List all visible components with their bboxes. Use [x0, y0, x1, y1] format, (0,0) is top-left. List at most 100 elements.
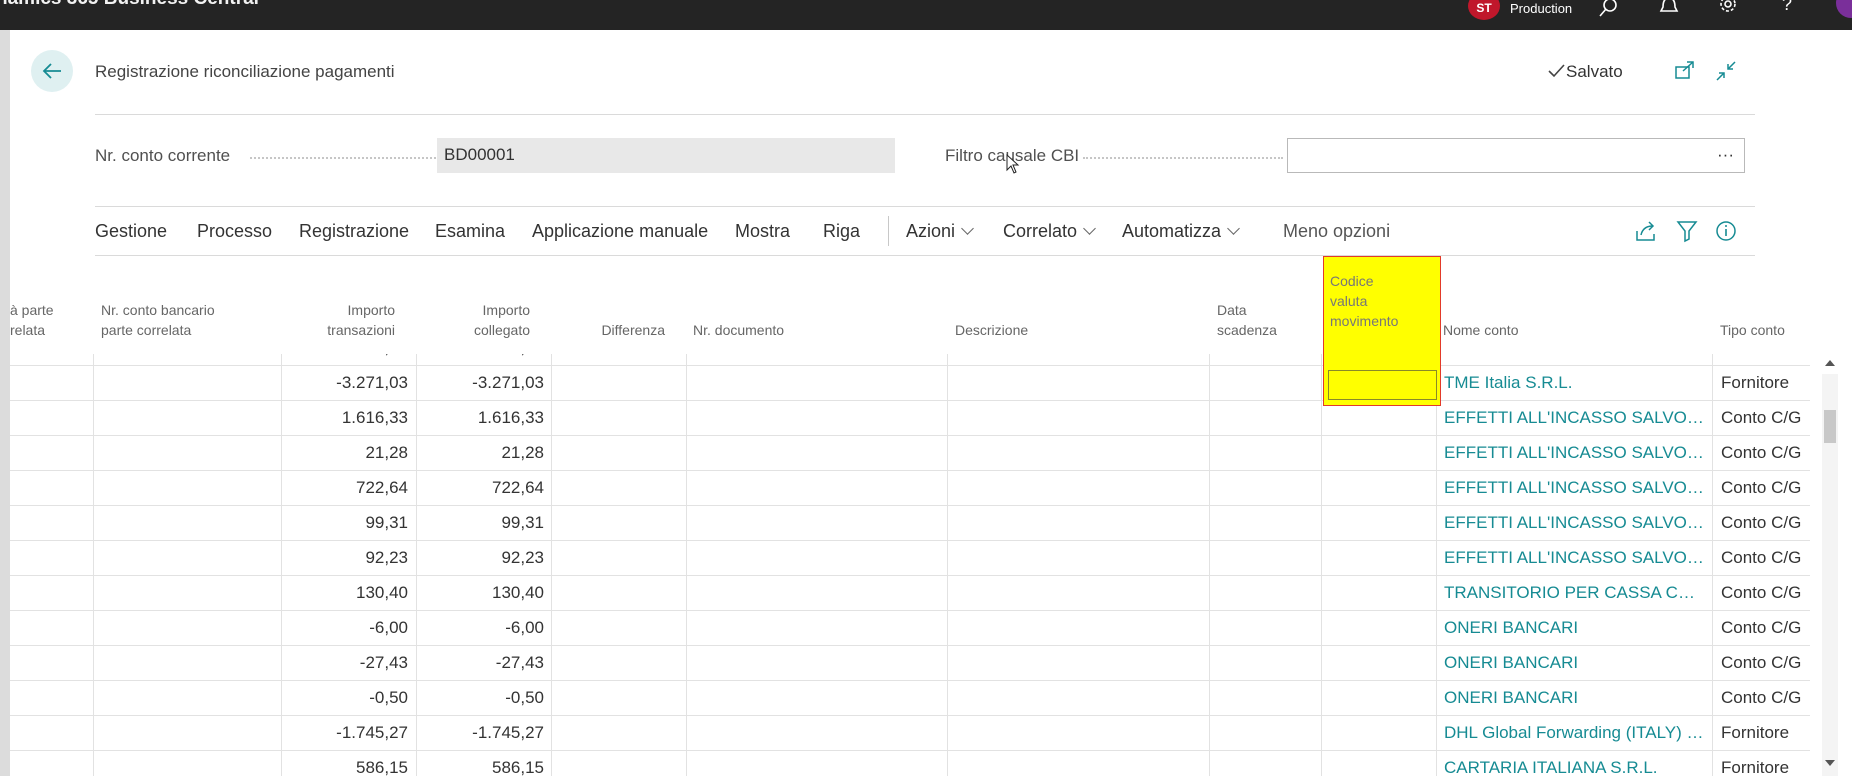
menu-correlato[interactable]: Correlato [1003, 221, 1096, 242]
account-type-cell[interactable]: Conto C/G [1721, 576, 1810, 611]
account-type-cell[interactable]: Conto C/G [1721, 506, 1810, 541]
transaction-amount-cell[interactable]: 130,40 [281, 576, 408, 611]
table-row[interactable]: -0,50-0,50ONERI BANCARIConto C/G [10, 681, 1810, 716]
applied-amount-cell[interactable]: 99,31 [416, 506, 544, 541]
filter-icon[interactable] [1675, 219, 1699, 243]
col-transaction-amount[interactable]: Importo transazioni [280, 300, 395, 340]
account-name-link[interactable]: ONERI BANCARI [1444, 646, 1706, 681]
table-row[interactable]: -3.271,03 -3.271,03 TME Italia S.R.L. Forni… [10, 366, 1810, 401]
account-name-link[interactable]: EFFETTI ALL'INCASSO SALVO BUON FINE [1444, 401, 1706, 436]
menu-esamina[interactable]: Esamina [435, 221, 505, 242]
environment-badge[interactable]: ST [1468, 0, 1500, 20]
menu-azioni[interactable]: Azioni [906, 221, 974, 242]
table-row[interactable]: 92,2392,23 EFFETTI ALL'INCASSO SALVO BUON… [10, 541, 1810, 576]
account-name-link[interactable]: ONERI BANCARI [1444, 354, 1706, 366]
account-type-cell[interactable]: Conto C/G [1721, 646, 1810, 681]
col-account-name[interactable]: Nome conto [1443, 320, 1518, 340]
account-type-cell[interactable]: Conto C/G [1721, 611, 1810, 646]
menu-gestione[interactable]: Gestione [95, 221, 167, 242]
applied-amount-cell[interactable]: 1.616,33 [416, 401, 544, 436]
transaction-amount-cell[interactable]: -27,43 [281, 646, 408, 681]
account-type-cell[interactable]: Conto C/G [1721, 471, 1810, 506]
collapse-icon[interactable] [1715, 60, 1737, 82]
transaction-amount-cell[interactable]: -3.271,03 [281, 366, 408, 401]
col-description[interactable]: Descrizione [955, 320, 1028, 340]
transaction-amount-cell[interactable]: 586,15 [281, 751, 408, 776]
account-name-link[interactable]: DHL Global Forwarding (ITALY) S.P.A. [1444, 716, 1706, 751]
account-name-link[interactable]: ONERI BANCARI [1444, 611, 1706, 646]
transaction-amount-cell[interactable]: 92,23 [281, 541, 408, 576]
transaction-amount-cell[interactable]: 21,28 [281, 436, 408, 471]
account-type-cell[interactable]: Fornitore [1721, 716, 1810, 751]
applied-amount-cell[interactable]: -0,50 [416, 681, 544, 716]
table-row[interactable]: 99,3199,31 EFFETTI ALL'INCASSO SALVO BUON… [10, 506, 1810, 541]
applied-amount-cell[interactable]: -0,50 [416, 354, 544, 366]
account-type-cell[interactable]: Conto C/G [1721, 681, 1810, 716]
table-row[interactable]: -27,43 -27,43 ONERI BANCARI Conto C/G [10, 646, 1810, 681]
col-applied-amount[interactable]: Importo collegato [415, 300, 530, 340]
table-row[interactable]: 722,64722,64 EFFETTI ALL'INCASSO SALVO BU… [10, 471, 1810, 506]
help-icon[interactable]: ? [1782, 0, 1806, 18]
account-name-link[interactable]: TRANSITORIO PER CASSA CORRIERE [1444, 576, 1706, 611]
transaction-amount-cell[interactable]: -0,50 [281, 354, 408, 366]
open-new-window-icon[interactable] [1674, 60, 1696, 82]
table-row[interactable]: -6,00 -6,00 ONERI BANCARI Conto C/G [10, 611, 1810, 646]
table-row[interactable]: -1.745,27 -1.745,27 DHL Global Forwarding … [10, 716, 1810, 751]
transaction-amount-cell[interactable]: 722,64 [281, 471, 408, 506]
menu-automatizza[interactable]: Automatizza [1122, 221, 1240, 242]
table-row[interactable]: 21,2821,28 EFFETTI ALL'INCASSO SALVO BUON… [10, 436, 1810, 471]
account-type-cell[interactable]: Conto C/G [1721, 541, 1810, 576]
menu-riga[interactable]: Riga [823, 221, 860, 242]
applied-amount-cell[interactable]: 130,40 [416, 576, 544, 611]
gear-icon[interactable] [1716, 0, 1740, 22]
menu-processo[interactable]: Processo [197, 221, 272, 242]
account-name-link[interactable]: EFFETTI ALL'INCASSO SALVO BUON FINE [1444, 436, 1706, 471]
col-document-number[interactable]: Nr. documento [693, 320, 784, 340]
col-due-date[interactable]: Data scadenza [1217, 300, 1277, 340]
menu-applicazione-manuale[interactable]: Applicazione manuale [532, 221, 708, 242]
table-row[interactable]: 1.616,33 1.616,33 EFFETTI ALL'INCASSO SALV… [10, 401, 1810, 436]
menu-registrazione[interactable]: Registrazione [299, 221, 409, 242]
currency-code-cell[interactable] [1328, 370, 1437, 400]
table-row[interactable]: 130,40130,40 TRANSITORIO PER CASSA CORRIE… [10, 576, 1810, 611]
col-account-type[interactable]: Tipo conto [1720, 320, 1785, 340]
back-button[interactable] [31, 50, 73, 92]
col-related-bank-account[interactable]: Nr. conto bancario parte correlata [101, 300, 215, 340]
account-name-link[interactable]: TME Italia S.R.L. [1444, 366, 1706, 401]
account-type-cell[interactable]: Conto C/G [1721, 354, 1810, 366]
account-type-cell[interactable]: Conto C/G [1721, 401, 1810, 436]
currency-code-column-highlight[interactable]: Codice valuta movimento [1323, 256, 1441, 406]
table-row[interactable]: -0,50 -0,50 ONERI BANCARI Conto C/G [10, 354, 1810, 366]
account-type-cell[interactable]: Fornitore [1721, 366, 1810, 401]
account-name-link[interactable]: CARTARIA ITALIANA S.R.L. [1444, 751, 1706, 776]
transaction-amount-cell[interactable]: -0,50 [281, 681, 408, 716]
applied-amount-cell[interactable]: 21,28 [416, 436, 544, 471]
info-icon[interactable] [1714, 219, 1738, 243]
account-name-link[interactable]: EFFETTI ALL'INCASSO SALVO BUON FINE [1444, 471, 1706, 506]
applied-amount-cell[interactable]: -27,43 [416, 646, 544, 681]
col-related-party[interactable]: à parte relata [10, 300, 54, 340]
scroll-down-icon[interactable] [1825, 760, 1835, 766]
scrollbar-thumb[interactable] [1824, 410, 1836, 443]
applied-amount-cell[interactable]: -3.271,03 [416, 366, 544, 401]
transaction-amount-cell[interactable]: -6,00 [281, 611, 408, 646]
scroll-up-icon[interactable] [1825, 360, 1835, 366]
account-type-cell[interactable]: Fornitore [1721, 751, 1810, 776]
lookup-button[interactable]: ··· [1717, 145, 1734, 165]
bell-icon[interactable] [1657, 0, 1681, 22]
environment-label[interactable]: Production [1510, 1, 1572, 16]
transaction-amount-cell[interactable]: 99,31 [281, 506, 408, 541]
avatar[interactable] [1836, 0, 1852, 18]
share-icon[interactable] [1634, 219, 1658, 243]
applied-amount-cell[interactable]: -1.745,27 [416, 716, 544, 751]
account-type-cell[interactable]: Conto C/G [1721, 436, 1810, 471]
less-options-button[interactable]: Meno opzioni [1283, 221, 1390, 242]
account-number-field[interactable]: BD00001 [437, 138, 895, 173]
transaction-amount-cell[interactable]: 1.616,33 [281, 401, 408, 436]
applied-amount-cell[interactable]: 92,23 [416, 541, 544, 576]
applied-amount-cell[interactable]: 722,64 [416, 471, 544, 506]
col-currency-code[interactable]: Codice valuta movimento [1330, 271, 1398, 331]
account-name-link[interactable]: EFFETTI ALL'INCASSO SALVO BUON FINE [1444, 506, 1706, 541]
applied-amount-cell[interactable]: -6,00 [416, 611, 544, 646]
search-icon[interactable] [1597, 0, 1621, 22]
